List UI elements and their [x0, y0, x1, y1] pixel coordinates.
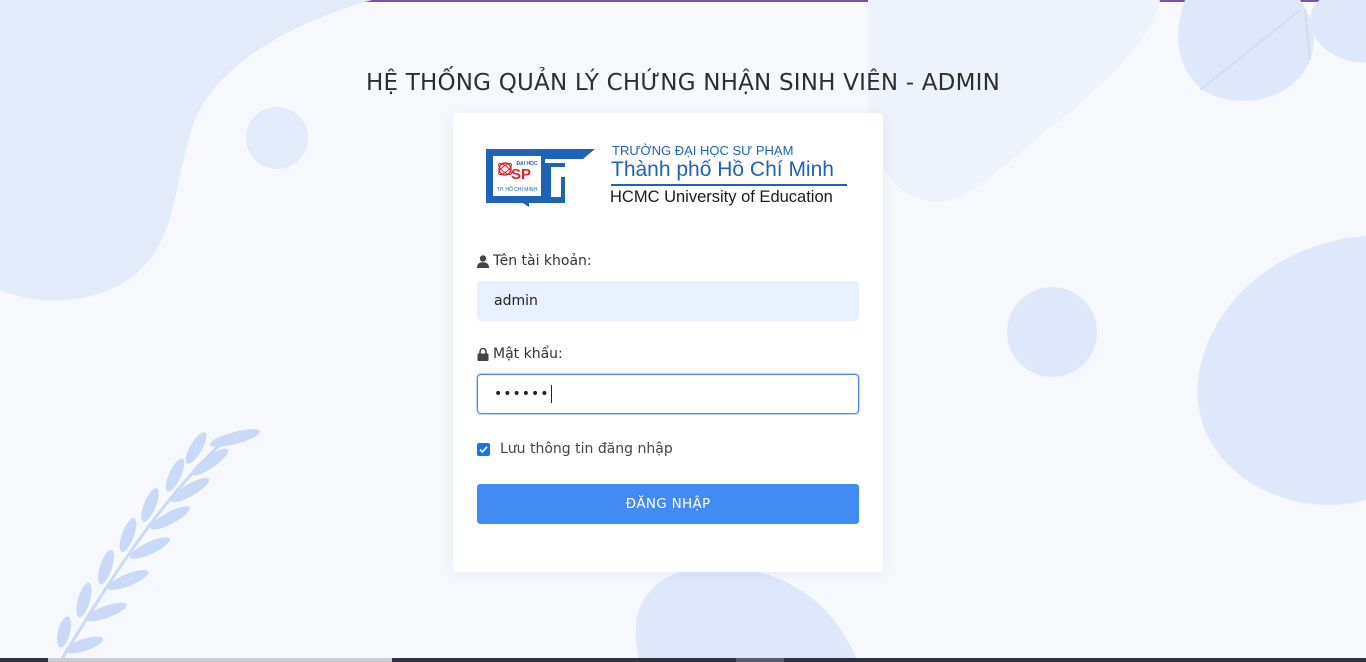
lock-icon — [477, 347, 489, 361]
logo-line-3: HCMC University of Education — [610, 188, 833, 206]
remember-label: Lưu thông tin đăng nhập — [500, 441, 673, 457]
username-value: admin — [494, 293, 538, 309]
taskbar-strip — [0, 658, 1366, 662]
right-bubble — [1007, 287, 1097, 377]
text-cursor — [550, 385, 552, 403]
leaf-branch-decoration — [57, 429, 261, 662]
password-input[interactable]: •••••• — [477, 374, 859, 414]
password-label: Mật khẩu: — [477, 346, 563, 362]
username-input[interactable]: admin — [477, 281, 859, 321]
university-emblem: ĐẠI HỌC SP TP. HỒ CHÍ MINH — [486, 149, 595, 207]
emblem-bottom-text: TP. HỒ CHÍ MINH — [497, 186, 538, 193]
top-left-blob — [0, 0, 372, 301]
logo-underline — [611, 184, 847, 186]
left-bubble — [246, 107, 308, 169]
username-label-text: Tên tài khoản: — [493, 253, 592, 269]
taskbar-segment — [48, 658, 392, 662]
taskbar-segment — [736, 658, 784, 662]
login-button[interactable]: ĐĂNG NHẬP — [477, 484, 859, 524]
user-icon — [477, 254, 489, 268]
page-title: HỆ THỐNG QUẢN LÝ CHỨNG NHẬN SINH VIÊN - … — [365, 70, 1001, 96]
emblem-main-text: SP — [511, 166, 531, 183]
logo-line-2: Thành phố Hồ Chí Minh — [611, 158, 834, 181]
logo-line-1: TRƯỜNG ĐẠI HỌC SƯ PHẠM — [612, 143, 794, 158]
university-logo: ĐẠI HỌC SP TP. HỒ CHÍ MINH TRƯỜNG ĐẠI HỌ… — [483, 139, 853, 211]
right-blob — [1197, 236, 1366, 505]
bottom-blob — [635, 566, 858, 662]
password-label-text: Mật khẩu: — [493, 346, 563, 362]
password-value: •••••• — [494, 386, 550, 402]
remember-me: Lưu thông tin đăng nhập — [477, 441, 673, 457]
login-card: ĐẠI HỌC SP TP. HỒ CHÍ MINH TRƯỜNG ĐẠI HỌ… — [453, 113, 883, 572]
remember-checkbox[interactable] — [477, 442, 490, 456]
top-right-leaf-small — [1310, 0, 1366, 63]
top-middle-blob — [868, 0, 1160, 202]
username-label: Tên tài khoản: — [477, 253, 592, 269]
check-icon — [479, 445, 488, 453]
login-button-label: ĐĂNG NHẬP — [625, 496, 711, 512]
